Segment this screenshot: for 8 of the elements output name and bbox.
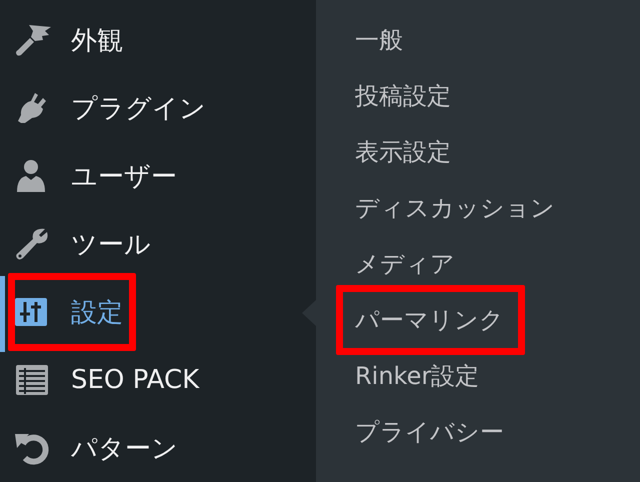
plug-icon (15, 91, 49, 125)
settings-icon (15, 298, 47, 326)
wrench-icon (15, 227, 49, 261)
list-icon (15, 364, 49, 396)
brush-icon (15, 23, 53, 57)
user-icon (15, 159, 47, 193)
menu-item[interactable]: 設定 (8, 273, 136, 351)
submenu-item[interactable]: パーマリンク (336, 285, 525, 355)
